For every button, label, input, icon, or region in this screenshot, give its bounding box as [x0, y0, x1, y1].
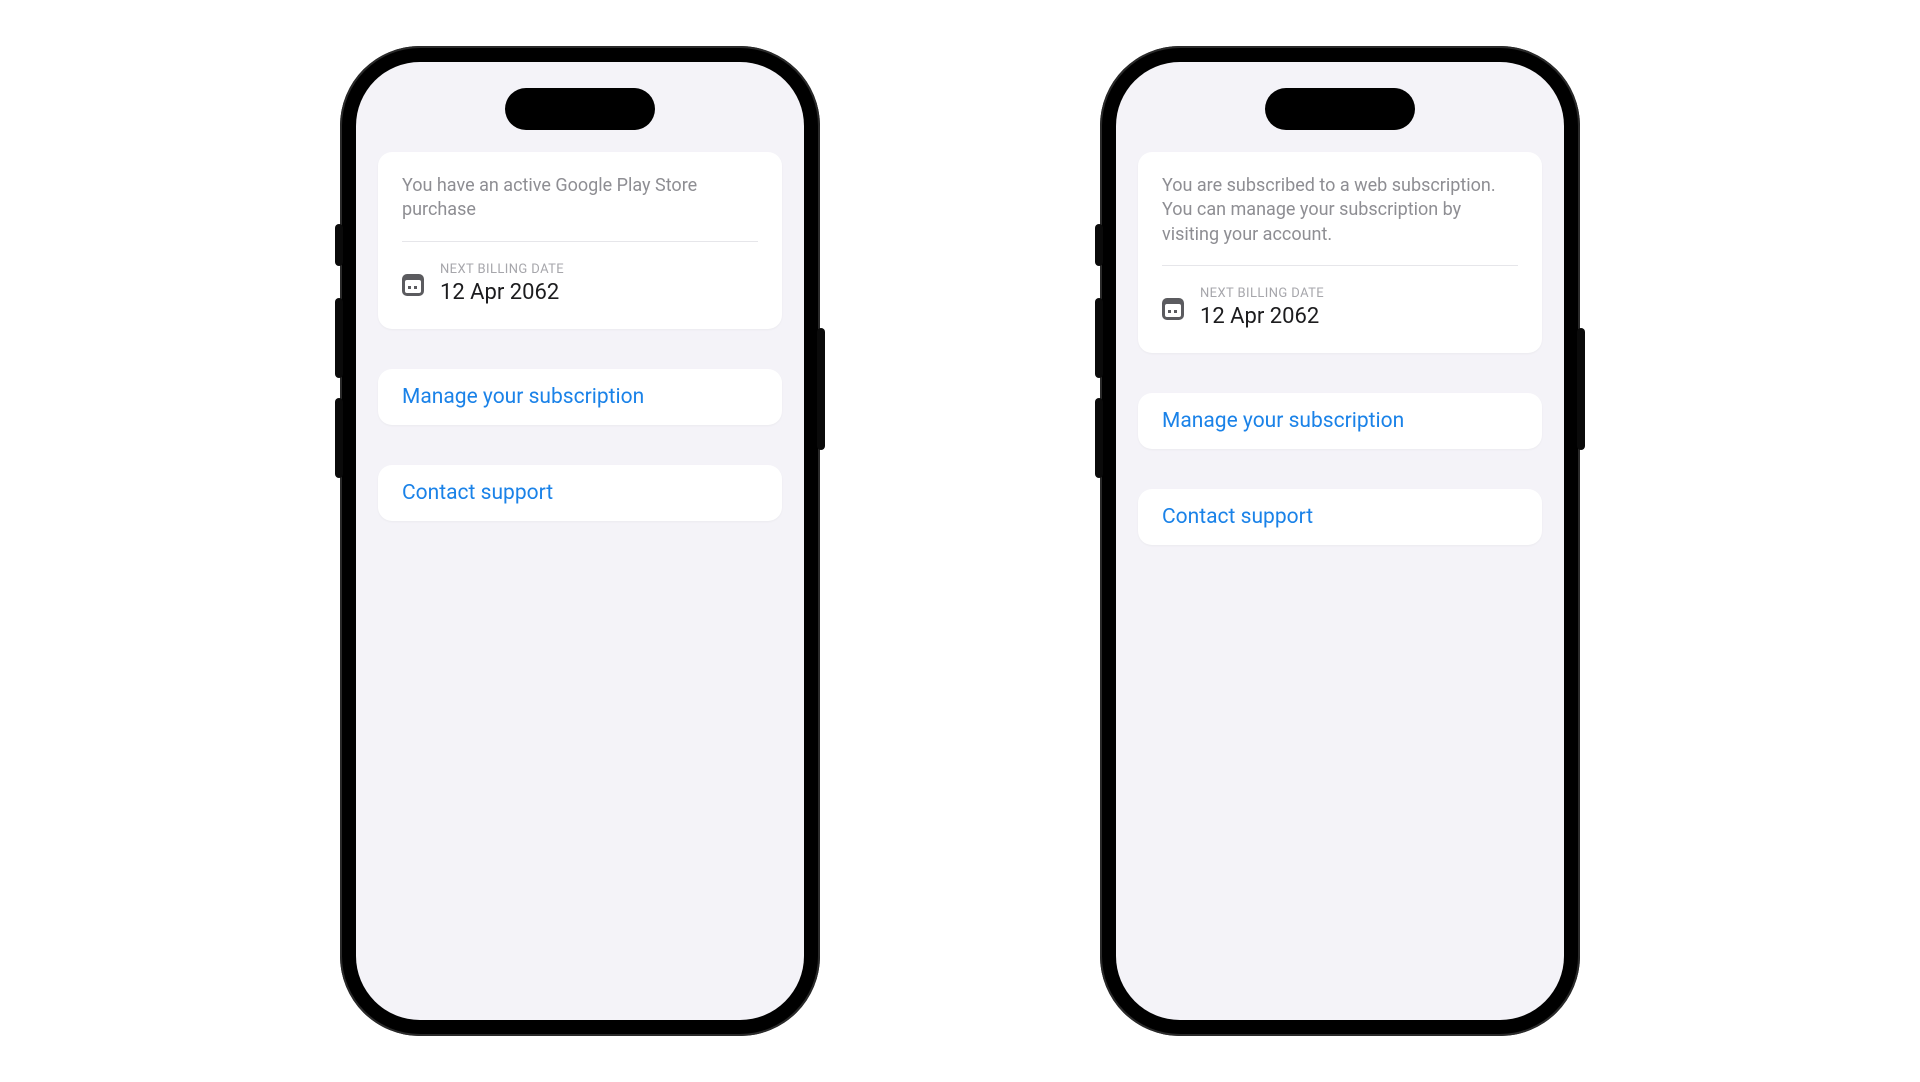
billing-label: NEXT BILLING DATE	[440, 262, 564, 277]
contact-support-button[interactable]: Contact support	[1138, 489, 1542, 545]
subscription-info-card: You have an active Google Play Store pur…	[378, 152, 782, 329]
mute-switch	[1095, 224, 1103, 266]
manage-subscription-button[interactable]: Manage your subscription	[1138, 393, 1542, 449]
power-button	[817, 328, 825, 450]
manage-subscription-label: Manage your subscription	[1162, 409, 1404, 433]
subscription-info-card: You are subscribed to a web subscription…	[1138, 152, 1542, 353]
calendar-icon	[402, 274, 424, 296]
billing-text-block: NEXT BILLING DATE 12 Apr 2062	[440, 262, 564, 305]
volume-up-button	[335, 298, 343, 378]
contact-support-label: Contact support	[1162, 505, 1313, 529]
calendar-icon	[1162, 298, 1184, 320]
power-button	[1577, 328, 1585, 450]
subscription-status-text: You have an active Google Play Store pur…	[378, 152, 782, 241]
billing-row: NEXT BILLING DATE 12 Apr 2062	[1138, 266, 1542, 353]
dynamic-island	[505, 88, 655, 130]
manage-subscription-label: Manage your subscription	[402, 385, 644, 409]
contact-support-label: Contact support	[402, 481, 553, 505]
billing-row: NEXT BILLING DATE 12 Apr 2062	[378, 242, 782, 329]
phone-screen: You have an active Google Play Store pur…	[356, 62, 804, 1020]
subscription-status-text: You are subscribed to a web subscription…	[1138, 152, 1542, 265]
volume-down-button	[335, 398, 343, 478]
phone-mockup-right: You are subscribed to a web subscription…	[1100, 46, 1580, 1036]
billing-date: 12 Apr 2062	[1200, 304, 1324, 329]
phone-screen: You are subscribed to a web subscription…	[1116, 62, 1564, 1020]
volume-up-button	[1095, 298, 1103, 378]
mute-switch	[335, 224, 343, 266]
volume-down-button	[1095, 398, 1103, 478]
contact-support-button[interactable]: Contact support	[378, 465, 782, 521]
manage-subscription-button[interactable]: Manage your subscription	[378, 369, 782, 425]
phone-mockup-left: You have an active Google Play Store pur…	[340, 46, 820, 1036]
dynamic-island	[1265, 88, 1415, 130]
billing-label: NEXT BILLING DATE	[1200, 286, 1324, 301]
billing-text-block: NEXT BILLING DATE 12 Apr 2062	[1200, 286, 1324, 329]
billing-date: 12 Apr 2062	[440, 280, 564, 305]
